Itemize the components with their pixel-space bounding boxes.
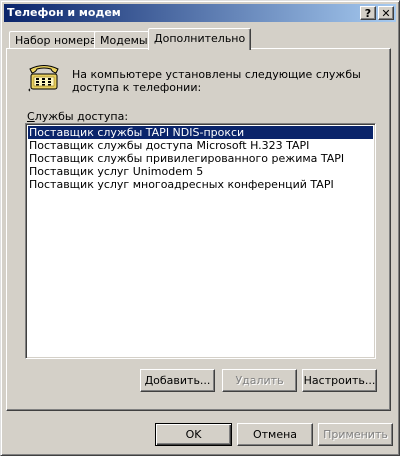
title-bar[interactable]: Телефон и модем ? ✕ [4, 4, 396, 22]
help-button[interactable]: ? [360, 6, 376, 20]
list-item[interactable]: Поставщик службы доступа Microsoft H.323… [28, 139, 373, 152]
telephone-icon [28, 65, 59, 92]
list-item[interactable]: Поставщик услуг многоадресных конференци… [28, 178, 373, 191]
tab-modems[interactable]: Модемы [94, 31, 154, 49]
list-item[interactable]: Поставщик службы привилегированного режи… [28, 152, 373, 165]
services-list-label-rest: лужбы доступа: [34, 110, 129, 123]
window-title: Телефон и модем [7, 6, 121, 19]
services-list-label: Службы доступа: [27, 110, 129, 123]
close-button[interactable]: ✕ [378, 6, 394, 20]
tab-advanced[interactable]: Дополнительно [148, 28, 252, 50]
ok-button[interactable]: OK [155, 423, 232, 446]
cancel-button[interactable]: Отмена [237, 423, 313, 446]
list-item[interactable]: Поставщик услуг Unimodem 5 [28, 165, 373, 178]
tab-dialing[interactable]: Набор номера [9, 31, 103, 49]
services-description: На компьютере установлены следующие служ… [72, 68, 361, 94]
apply-button[interactable]: Применить [318, 423, 393, 446]
add-button[interactable]: Добавить... [140, 369, 215, 392]
remove-button[interactable]: Удалить [222, 369, 297, 392]
configure-button[interactable]: Настроить... [302, 369, 377, 392]
services-listbox[interactable]: Поставщик службы TAPI NDIS-прокси Постав… [25, 123, 376, 359]
list-item[interactable]: Поставщик службы TAPI NDIS-прокси [28, 126, 373, 139]
